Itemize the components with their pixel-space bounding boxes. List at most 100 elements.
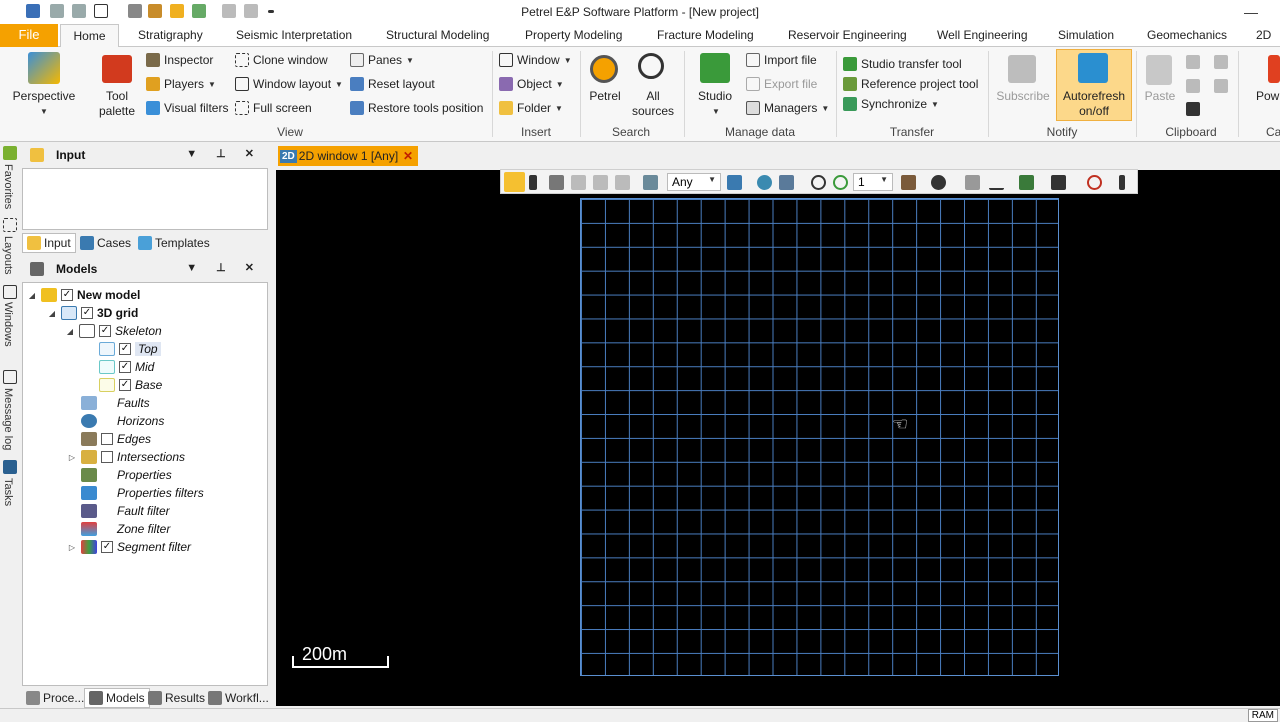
tree-item-intersections[interactable]: ▷ Intersections	[67, 448, 185, 466]
checkbox[interactable]: ✓	[99, 325, 111, 337]
tab-simulation[interactable]: Simulation	[1058, 28, 1114, 42]
layouts-tab[interactable]: Layouts	[2, 236, 14, 275]
tab-reservoir-engineering[interactable]: Reservoir Engineering	[788, 28, 907, 42]
tab-stratigraphy[interactable]: Stratigraphy	[138, 28, 203, 42]
domain-select[interactable]: Any ▼	[667, 173, 721, 191]
tree-item-skeleton[interactable]: ◢ ✓ Skeleton	[65, 322, 162, 340]
reference-project-button[interactable]: Reference project tool	[843, 77, 978, 91]
insert-window-button[interactable]: Window ▼	[499, 53, 572, 67]
tab-processes[interactable]: Proce...	[22, 688, 88, 708]
tasks-tab[interactable]: Tasks	[2, 478, 14, 506]
insert-folder-button[interactable]: Folder ▼	[499, 101, 563, 115]
measure-icon[interactable]	[549, 175, 564, 190]
import-file-button[interactable]: Import file	[746, 53, 817, 67]
paste-button[interactable]: Paste	[1140, 89, 1180, 104]
panes-button[interactable]: Panes ▼	[350, 53, 414, 67]
checkbox[interactable]: ✓	[61, 289, 73, 301]
windows-tab[interactable]: Windows	[2, 302, 14, 347]
tree-item-segment-filter[interactable]: ▷ ✓ Segment filter	[67, 538, 191, 556]
tab-2d-window[interactable]: 2D 2D window 1 [Any] ✕	[278, 146, 418, 166]
insert-object-button[interactable]: Object ▼	[499, 77, 564, 91]
pin-icon[interactable]	[1119, 175, 1125, 190]
copy-icon[interactable]	[1186, 79, 1200, 93]
checkbox[interactable]: ✓	[119, 343, 131, 355]
tab-2d[interactable]: 2D	[1256, 28, 1271, 42]
all-sources-button[interactable]: All sources	[628, 89, 678, 119]
select-tool-icon[interactable]	[529, 175, 537, 190]
expand-icon[interactable]: ▷	[67, 453, 77, 462]
paint-icon[interactable]	[1214, 79, 1228, 93]
petrel-search-button[interactable]: Petrel	[584, 89, 626, 104]
tree-item-faults[interactable]: Faults	[67, 394, 150, 412]
checkbox[interactable]: ✓	[81, 307, 93, 319]
tab-workflows[interactable]: Workfl...	[204, 688, 273, 708]
tab-seismic-interpretation[interactable]: Seismic Interpretation	[236, 28, 352, 42]
ruler-icon[interactable]	[615, 175, 630, 190]
tab-templates[interactable]: Templates	[134, 233, 214, 253]
tree-item-horizons[interactable]: Horizons	[67, 412, 164, 430]
expand-icon[interactable]: ▷	[67, 543, 77, 552]
synchronize-button[interactable]: Synchronize ▼	[843, 97, 939, 111]
checkbox[interactable]	[101, 451, 113, 463]
pow-button[interactable]: Pow	[1256, 89, 1280, 104]
tab-cases[interactable]: Cases	[76, 233, 135, 253]
collapse-icon[interactable]: ◢	[47, 309, 57, 318]
subscribe-button[interactable]: Subscribe	[994, 89, 1052, 104]
view-mode-icon[interactable]	[779, 175, 794, 190]
export-file-button[interactable]: Export file	[746, 77, 817, 91]
tab-well-engineering[interactable]: Well Engineering	[937, 28, 1028, 42]
eye-icon[interactable]	[757, 175, 772, 190]
copy-view-icon[interactable]	[593, 175, 608, 190]
tree-item-3d-grid[interactable]: ◢ ✓ 3D grid	[47, 304, 138, 322]
home-icon[interactable]	[727, 175, 742, 190]
inspector-button[interactable]: Inspector	[146, 53, 213, 67]
studio-button[interactable]: Studio	[692, 89, 738, 104]
binoculars-icon[interactable]	[931, 175, 946, 190]
tool-palette-button[interactable]: Tool palette	[96, 89, 138, 119]
players-button[interactable]: Players ▼	[146, 77, 216, 91]
clone-window-button[interactable]: Clone window	[235, 53, 328, 67]
tab-structural-modeling[interactable]: Structural Modeling	[386, 28, 489, 42]
message-log-tab[interactable]: Message log	[2, 388, 14, 450]
visual-filters-button[interactable]: Visual filters	[146, 101, 228, 115]
format-painter-icon[interactable]	[1214, 55, 1228, 69]
panel-controls[interactable]: ▼ ⊥ ✕	[186, 261, 262, 274]
studio-transfer-button[interactable]: Studio transfer tool	[843, 57, 962, 71]
camera-icon[interactable]	[1186, 102, 1200, 116]
restore-tools-button[interactable]: Restore tools position	[350, 101, 483, 115]
erase-icon[interactable]	[571, 175, 586, 190]
tab-property-modeling[interactable]: Property Modeling	[525, 28, 622, 42]
panel-controls[interactable]: ▼ ⊥ ✕	[186, 147, 262, 160]
minimize-button[interactable]: —	[1244, 4, 1258, 20]
legend-icon[interactable]	[1019, 175, 1034, 190]
perspective-button[interactable]: Perspective	[10, 89, 78, 104]
tab-file[interactable]: File	[0, 24, 58, 47]
checkbox[interactable]	[101, 433, 113, 445]
cut-icon[interactable]	[1186, 55, 1200, 69]
tree-item-new-model[interactable]: ◢ ✓ New model	[27, 286, 140, 304]
tab-models[interactable]: Models	[84, 688, 150, 708]
axis-icon[interactable]	[989, 175, 1004, 190]
stop-icon[interactable]	[1087, 175, 1102, 190]
managers-button[interactable]: Managers ▼	[746, 101, 829, 115]
reset-layout-button[interactable]: Reset layout	[350, 77, 435, 91]
target-icon[interactable]	[833, 175, 848, 190]
collapse-icon[interactable]: ◢	[27, 291, 37, 300]
bulk-icon[interactable]	[901, 175, 916, 190]
tab-fracture-modeling[interactable]: Fracture Modeling	[657, 28, 754, 42]
settings-icon[interactable]	[643, 175, 658, 190]
tree-item-properties[interactable]: Properties	[67, 466, 172, 484]
zoom-icon[interactable]	[811, 175, 826, 190]
zoom-level-select[interactable]: 1 ▼	[853, 173, 893, 191]
tab-geomechanics[interactable]: Geomechanics	[1147, 28, 1227, 42]
full-screen-button[interactable]: Full screen	[235, 101, 312, 115]
tree-item-fault-filter[interactable]: Fault filter	[67, 502, 170, 520]
collapse-icon[interactable]: ◢	[65, 327, 75, 336]
tab-results[interactable]: Results	[144, 688, 209, 708]
tab-home[interactable]: Home	[60, 24, 119, 48]
tree-item-mid[interactable]: ✓ Mid	[85, 358, 154, 376]
tree-item-edges[interactable]: Edges	[67, 430, 151, 448]
camera-icon[interactable]	[1051, 175, 1066, 190]
tree-item-properties-filters[interactable]: Properties filters	[67, 484, 204, 502]
window-layout-button[interactable]: Window layout ▼	[235, 77, 343, 91]
